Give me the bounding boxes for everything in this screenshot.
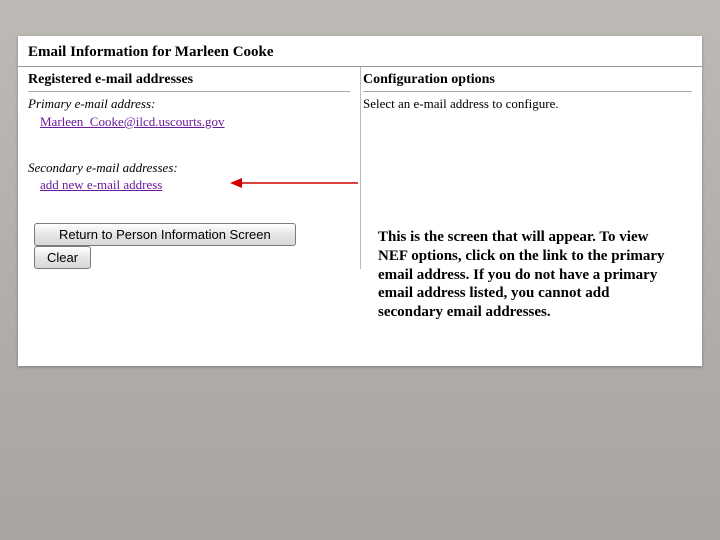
return-button[interactable]: Return to Person Information Screen	[34, 223, 296, 246]
page-title: Email Information for Marleen Cooke	[18, 36, 702, 66]
secondary-email-label: Secondary e-mail addresses:	[28, 160, 350, 176]
clear-button[interactable]: Clear	[34, 246, 91, 269]
annotation-text: This is the screen that will appear. To …	[378, 228, 678, 322]
button-row: Return to Person Information Screen Clea…	[28, 223, 350, 269]
configuration-heading: Configuration options	[363, 72, 692, 91]
divider-left	[28, 91, 350, 92]
add-email-link[interactable]: add new e-mail address	[40, 177, 162, 193]
secondary-block: Secondary e-mail addresses: add new e-ma…	[28, 160, 350, 195]
configuration-instruction: Select an e-mail address to configure.	[363, 96, 692, 112]
primary-email-link[interactable]: Marleen_Cooke@ilcd.uscourts.gov	[40, 114, 225, 130]
primary-email-label: Primary e-mail address:	[28, 96, 350, 112]
registered-heading: Registered e-mail addresses	[28, 72, 350, 91]
divider-right	[363, 91, 692, 92]
registered-emails-column: Registered e-mail addresses Primary e-ma…	[18, 67, 360, 269]
